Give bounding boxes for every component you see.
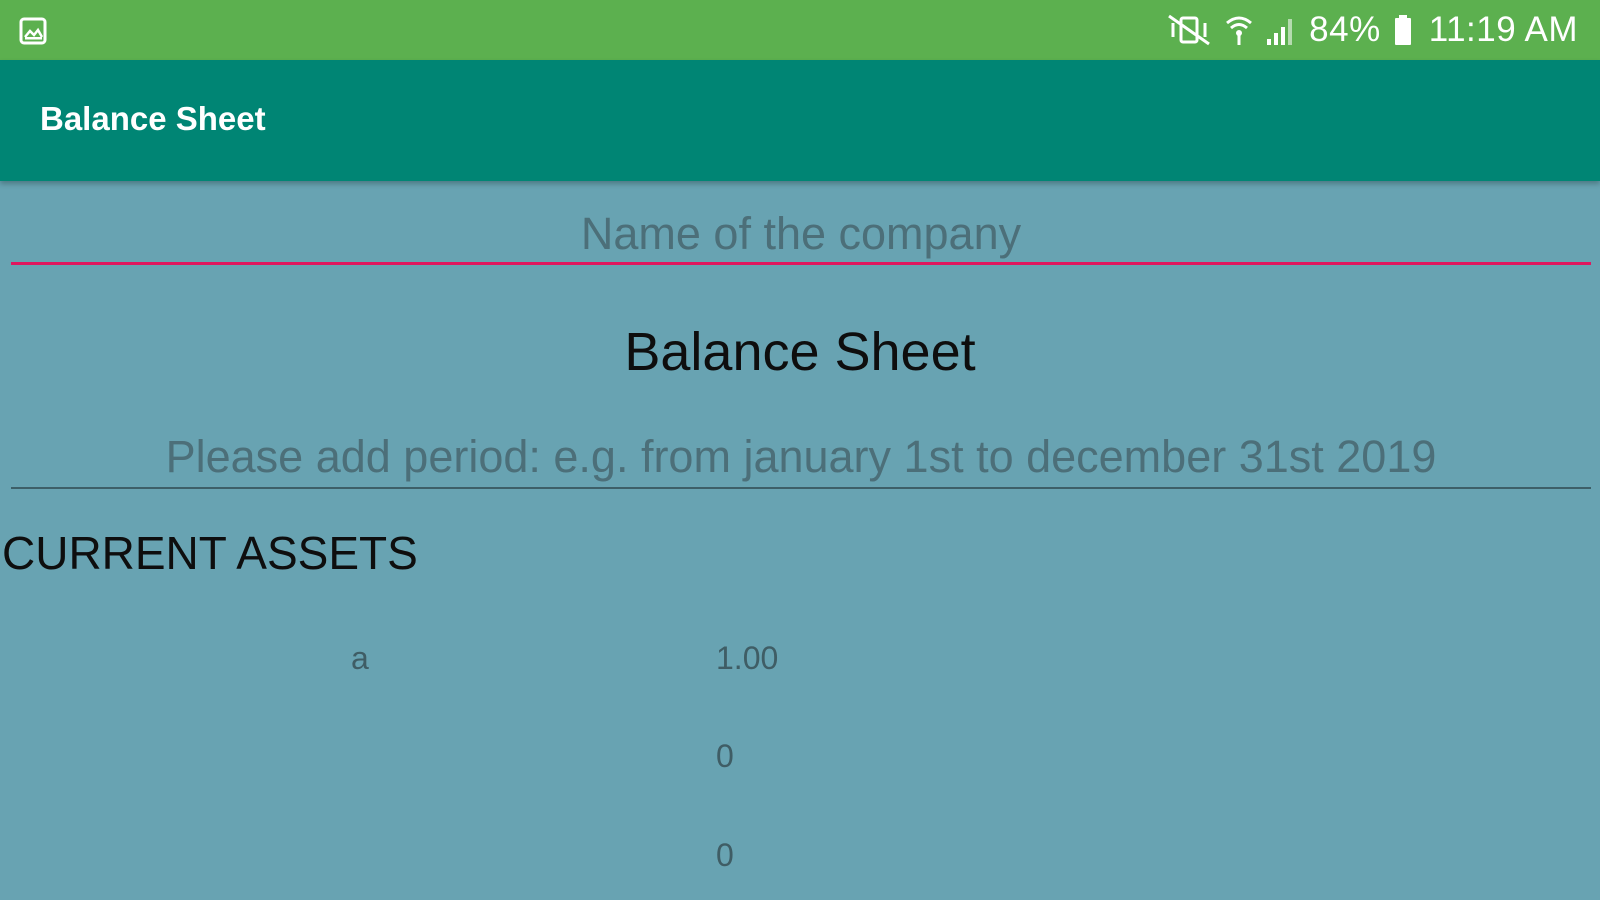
app-bar: Balance Sheet — [0, 60, 1600, 181]
company-name-input[interactable] — [11, 205, 1591, 265]
asset-row[interactable]: 0 — [0, 827, 1600, 887]
battery-icon — [1393, 13, 1413, 47]
app-title: Balance Sheet — [40, 100, 266, 137]
image-notification-icon — [18, 16, 48, 46]
period-input[interactable] — [11, 427, 1591, 489]
balance-sheet-form: Balance Sheet CURRENT ASSETS a 1.00 0 0 — [0, 181, 1600, 900]
asset-value: 1.00 — [716, 640, 779, 676]
sheet-heading: Balance Sheet — [624, 322, 976, 382]
battery-percent: 84% — [1309, 10, 1381, 49]
wifi-icon — [1225, 13, 1253, 47]
asset-row[interactable]: 0 — [0, 728, 1600, 788]
asset-value: 0 — [716, 837, 734, 873]
current-assets-title: CURRENT ASSETS — [2, 527, 418, 579]
status-icons: 84% 11:19 AM — [1167, 0, 1578, 60]
asset-value: 0 — [716, 738, 734, 774]
asset-name: a — [351, 640, 369, 676]
signal-icon — [1265, 13, 1297, 47]
asset-row[interactable]: a 1.00 — [0, 630, 1600, 690]
clock-time: 11:19 AM — [1428, 10, 1578, 49]
status-bar: 84% 11:19 AM — [0, 0, 1600, 60]
vibrate-icon — [1167, 13, 1213, 47]
